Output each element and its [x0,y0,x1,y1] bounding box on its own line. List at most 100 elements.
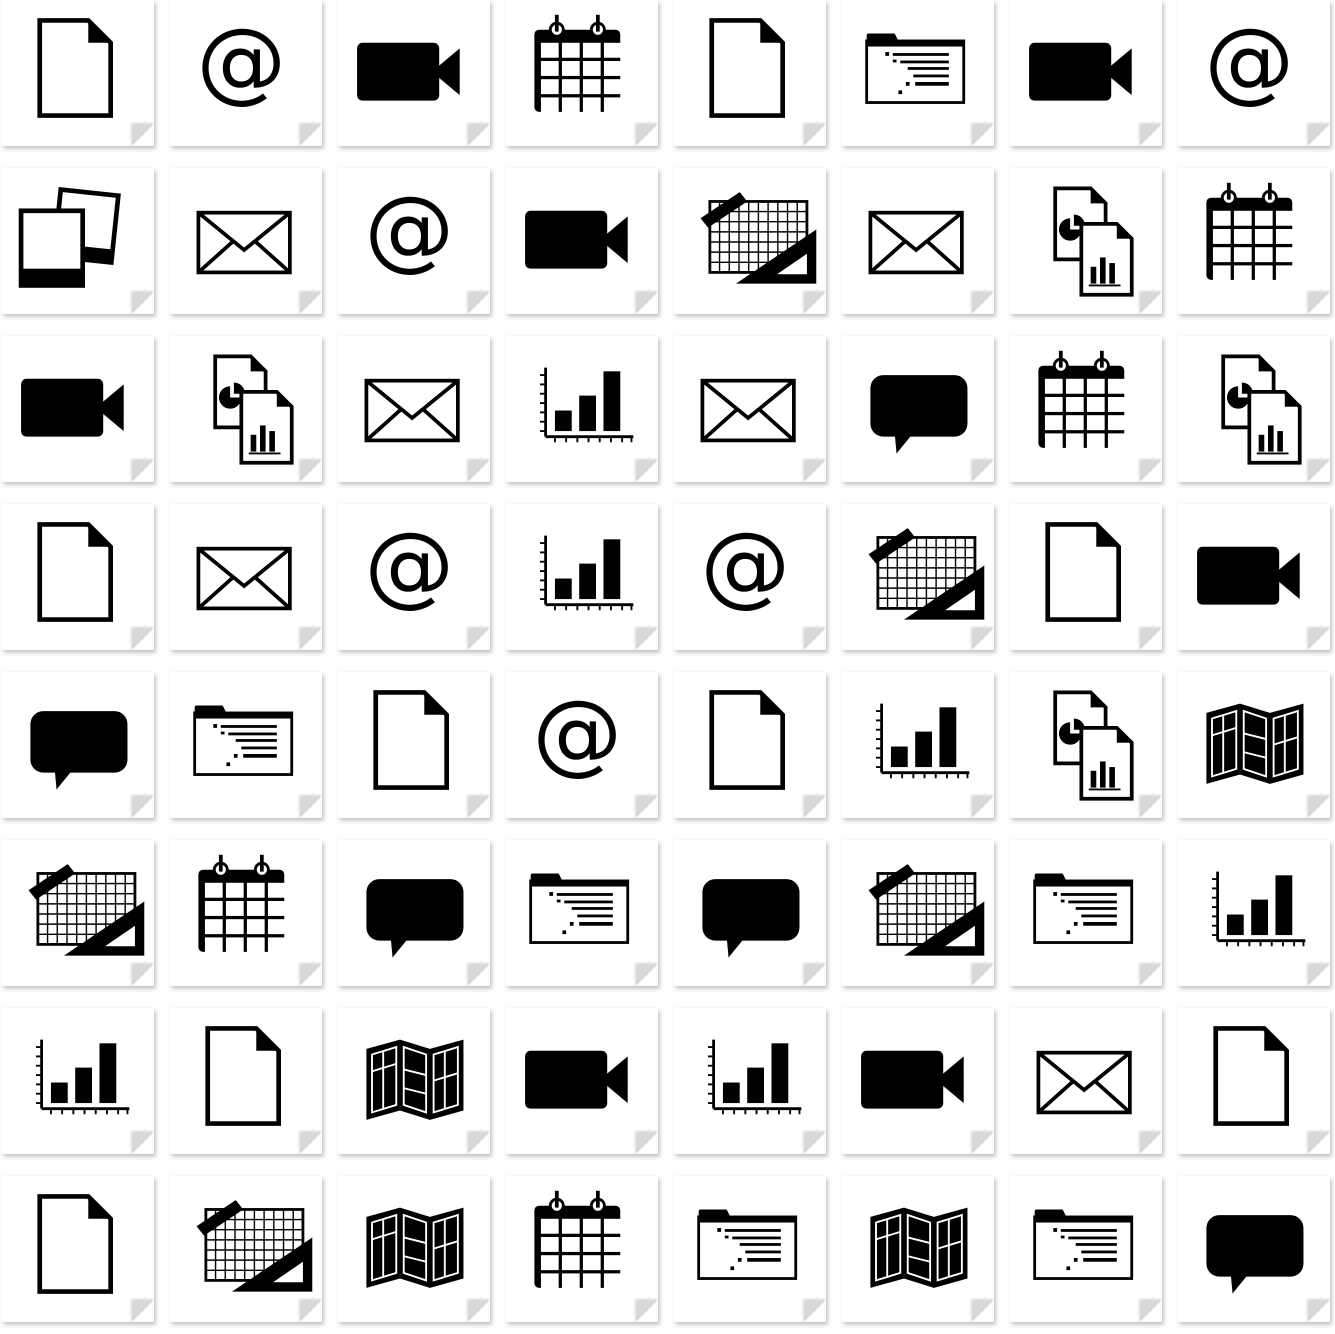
icon-tile[interactable] [674,0,826,146]
icon-tile[interactable] [1178,504,1330,650]
icon-tile[interactable] [674,840,826,986]
icon-tile[interactable] [170,672,322,818]
icon-tile[interactable] [338,672,490,818]
blueprint-icon [868,528,985,620]
icon-tile[interactable] [842,336,994,482]
icon-tile[interactable] [1178,168,1330,314]
icon-tile[interactable] [2,840,154,986]
bar-chart-icon [540,367,634,443]
icon-tile[interactable] [506,840,658,986]
icon-tile[interactable] [170,504,322,650]
document-icon [205,1026,281,1126]
icon-tile[interactable] [1010,336,1162,482]
svg-text:@: @ [197,9,287,113]
folder-list-icon [529,873,630,944]
icon-tile[interactable] [338,336,490,482]
folder-list-icon [1033,1209,1134,1280]
icon-tile[interactable] [674,336,826,482]
speech-bubble-icon [702,879,800,958]
icon-tile[interactable] [506,336,658,482]
icon-tile[interactable] [1010,672,1162,818]
icon-tile[interactable] [2,1176,154,1322]
icon-tile[interactable] [506,1176,658,1322]
icon-tile[interactable] [170,336,322,482]
icon-tile[interactable] [674,1008,826,1154]
at-sign-icon: @ [365,513,455,617]
icon-tile[interactable] [1178,1176,1330,1322]
video-camera-icon [21,378,124,437]
icon-tile[interactable] [842,672,994,818]
icon-tile[interactable] [842,0,994,146]
icon-tile[interactable] [338,1176,490,1322]
icon-tile[interactable] [842,504,994,650]
icon-tile[interactable] [2,168,154,314]
icon-tile[interactable] [170,1176,322,1322]
icon-tile[interactable] [1010,1176,1162,1322]
icon-tile[interactable] [170,1008,322,1154]
icon-tile[interactable] [1010,0,1162,146]
map-icon [1206,703,1304,784]
bar-chart-icon [876,703,970,779]
icon-tile[interactable] [338,1008,490,1154]
icon-tile[interactable] [2,336,154,482]
icon-tile[interactable] [338,840,490,986]
icon-tile[interactable] [842,1008,994,1154]
video-camera-icon [525,210,628,269]
icon-tile[interactable] [1010,1008,1162,1154]
icon-tile[interactable] [506,1008,658,1154]
icon-tile[interactable] [674,168,826,314]
icon-tile[interactable] [506,504,658,650]
calendar-icon [534,14,622,113]
svg-text:@: @ [533,681,623,785]
blueprint-icon [28,864,145,956]
bar-chart-icon [540,535,634,611]
at-sign-icon: @ [1205,9,1295,113]
bar-chart-icon [1212,871,1306,947]
icon-tile[interactable] [2,0,154,146]
report-files-icon [1053,186,1134,297]
icon-tile[interactable] [170,168,322,314]
document-icon [37,1194,113,1294]
photos-icon [18,187,121,288]
bar-chart-icon [36,1039,130,1115]
svg-text:@: @ [1205,9,1295,113]
icon-tile[interactable]: @ [674,504,826,650]
icon-tile[interactable]: @ [338,504,490,650]
envelope-icon [364,378,460,443]
icon-tile[interactable] [2,1008,154,1154]
icon-tile[interactable] [674,1176,826,1322]
document-icon [709,690,785,790]
icon-tile[interactable]: @ [506,672,658,818]
icon-tile[interactable] [842,840,994,986]
speech-bubble-icon [870,375,968,454]
icon-tile[interactable]: @ [338,168,490,314]
icon-tile[interactable] [1178,1008,1330,1154]
icon-tile[interactable] [2,672,154,818]
bar-chart-icon [708,1039,802,1115]
icon-tile[interactable] [170,840,322,986]
icon-tile[interactable]: @ [170,0,322,146]
folder-list-icon [1033,873,1134,944]
icon-tile[interactable] [842,168,994,314]
map-icon [366,1039,464,1120]
folder-list-icon [193,705,294,776]
icon-tile[interactable] [674,672,826,818]
icon-tile[interactable]: @ [1178,0,1330,146]
icon-tile[interactable] [1010,168,1162,314]
icon-tile[interactable] [1010,504,1162,650]
icon-tile[interactable] [1010,840,1162,986]
video-camera-icon [357,42,460,101]
map-icon [870,1207,968,1288]
blueprint-icon [700,192,817,284]
report-files-icon [213,354,294,465]
icon-tile[interactable] [506,168,658,314]
icon-tile[interactable] [1178,672,1330,818]
calendar-icon [198,854,286,953]
svg-text:@: @ [365,177,455,281]
icon-tile[interactable] [2,504,154,650]
icon-tile[interactable] [506,0,658,146]
icon-tile[interactable] [338,0,490,146]
icon-tile[interactable] [1178,840,1330,986]
icon-tile[interactable] [842,1176,994,1322]
icon-tile[interactable] [1178,336,1330,482]
